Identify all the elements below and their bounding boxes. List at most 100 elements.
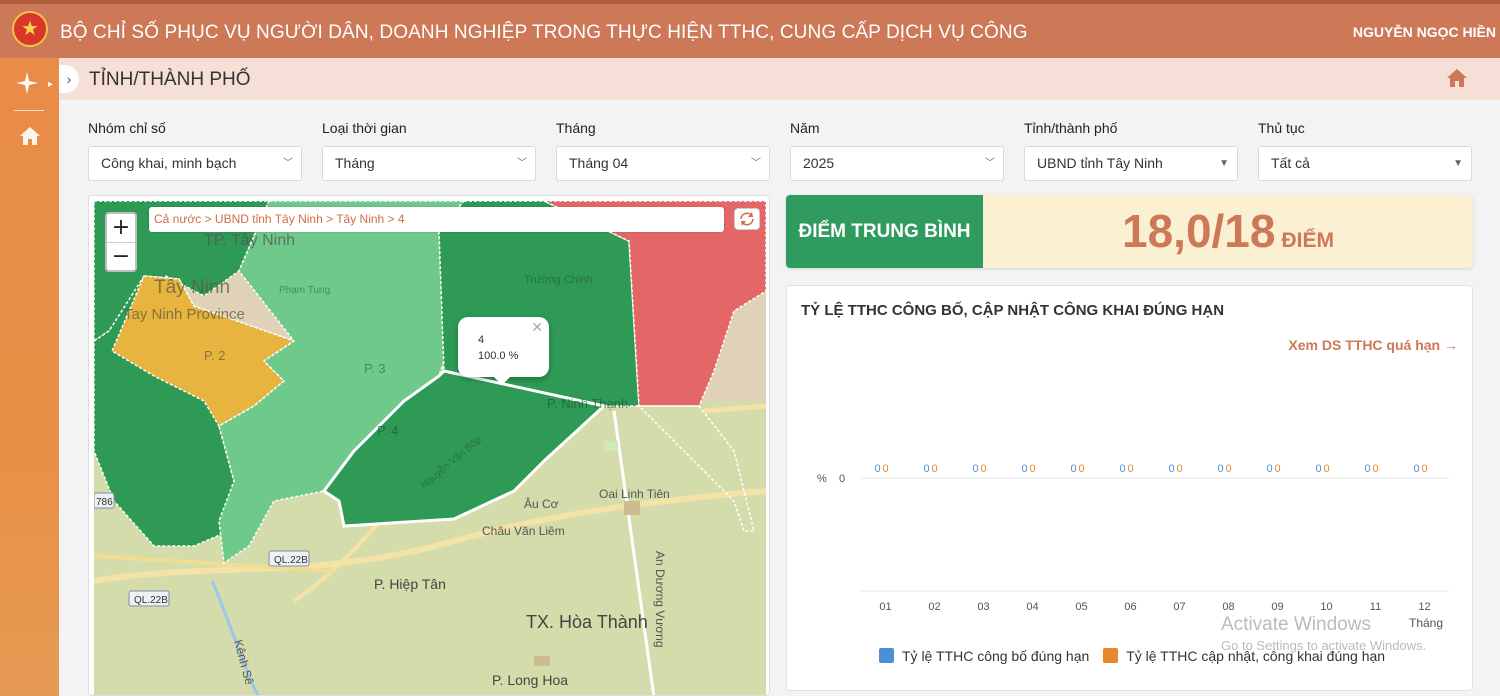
chart-legend: Tỷ lệ TTHC công bố đúng hạn Tỷ lệ TTHC c… (879, 648, 1385, 664)
filter-label: Loại thời gian (322, 120, 407, 136)
filter-label: Thủ tục (1258, 120, 1305, 136)
map-label: P. 4 (377, 423, 398, 438)
procedure-select[interactable]: Tất cả ▼ (1258, 146, 1472, 181)
compass-icon (16, 72, 38, 94)
map-label: Oai Linh Tiên (599, 487, 670, 501)
score-value: 18,0/18 (1122, 205, 1276, 257)
select-value: 2025 (803, 155, 835, 171)
data-label: 0 (1225, 463, 1231, 475)
refresh-icon (740, 212, 754, 226)
chevron-down-icon: ﹀ (751, 158, 761, 169)
filter-label: Tháng (556, 120, 596, 136)
page-subheader: › TỈNH/THÀNH PHỐ (59, 58, 1500, 100)
home-icon[interactable] (1446, 68, 1468, 88)
select-value: Công khai, minh bạch (101, 155, 237, 171)
data-label: 0 (1119, 463, 1125, 475)
filter-province: Tỉnh/thành phố UBND tỉnh Tây Ninh ▼ (1024, 120, 1238, 181)
select-value: Tất cả (1271, 155, 1310, 171)
data-label: 0 (1168, 463, 1174, 475)
rail-divider (14, 110, 44, 111)
sidebar-toggle-button[interactable]: › (59, 65, 79, 93)
data-label: 0 (1070, 463, 1076, 475)
choropleth-map[interactable]: TP. Tây Ninh Tây Ninh Tay Ninh Province … (94, 201, 766, 696)
app-title: BỘ CHỈ SỐ PHỤC VỤ NGƯỜI DÂN, DOANH NGHIỆ… (60, 22, 1028, 43)
map-label: Âu Cơ (524, 496, 559, 511)
home-shape (20, 127, 40, 145)
data-label: 0 (1217, 463, 1223, 475)
data-label: 0 (1315, 463, 1321, 475)
province-select[interactable]: UBND tỉnh Tây Ninh ▼ (1024, 146, 1238, 181)
data-label: 0 (1266, 463, 1272, 475)
caret-down-icon: ▼ (1219, 158, 1229, 169)
user-name[interactable]: NGUYỄN NGỌC HIỀN (1353, 24, 1496, 40)
refresh-button[interactable] (734, 208, 760, 230)
map-label: TX. Hòa Thành (526, 612, 648, 632)
data-label: 0 (1274, 463, 1280, 475)
x-tick-label: 05 (1075, 601, 1087, 613)
select-value: UBND tỉnh Tây Ninh (1037, 155, 1163, 171)
road-badge-label: QL.22B (134, 595, 168, 606)
legend-label: Tỷ lệ TTHC công bố đúng hạn (902, 648, 1090, 664)
chevron-down-icon: ﹀ (283, 158, 293, 169)
x-tick-label: 08 (1222, 601, 1234, 613)
select-value: Tháng 04 (569, 155, 629, 171)
x-tick-label: 11 (1370, 601, 1381, 613)
time-type-select[interactable]: Tháng ﹀ (322, 146, 536, 181)
close-icon[interactable]: ✕ (531, 319, 543, 335)
year-select[interactable]: 2025 ﹀ (790, 146, 1004, 181)
home-icon[interactable] (19, 126, 41, 146)
legend-item[interactable]: Tỷ lệ TTHC cập nhật, công khai đúng hạn (1103, 648, 1385, 664)
data-label: 0 (1372, 463, 1378, 475)
filter-label: Tỉnh/thành phố (1024, 120, 1118, 136)
legend-swatch (1103, 648, 1119, 663)
data-label: 0 (1413, 463, 1419, 475)
month-select[interactable]: Tháng 04 ﹀ (556, 146, 770, 181)
menu-compass-icon[interactable]: ▸ (14, 70, 53, 96)
filter-time-type: Loại thời gian Tháng ﹀ (322, 120, 536, 181)
score-value-box: 18,0/18 ĐIỂM (983, 195, 1473, 268)
map-breadcrumb[interactable]: Cả nước > UBND tỉnh Tây Ninh > Tây Ninh … (149, 207, 724, 232)
page-title: TỈNH/THÀNH PHỐ (89, 69, 251, 90)
filter-indicator-group: Nhóm chỉ số Công khai, minh bạch ﹀ (88, 120, 302, 181)
zoom-in-button[interactable]: + (107, 214, 135, 242)
data-label: 0 (882, 463, 888, 475)
watermark-title: Activate Windows (1221, 614, 1371, 635)
y-tick-label: 0 (839, 473, 845, 485)
map-block (534, 656, 550, 666)
x-tick-label: 10 (1320, 601, 1332, 613)
map-label: Trường Chinh (524, 274, 593, 286)
map-popup: ✕ 4 100.0 % (458, 317, 549, 385)
data-label: 0 (874, 463, 880, 475)
left-rail: ▸ (0, 58, 59, 696)
filter-label: Năm (790, 120, 820, 136)
data-label: 0 (1421, 463, 1427, 475)
top-header: ★ BỘ CHỈ SỐ PHỤC VỤ NGƯỜI DÂN, DOANH NGH… (0, 0, 1500, 58)
legend-item[interactable]: Tỷ lệ TTHC công bố đúng hạn (879, 648, 1089, 664)
map-block (604, 441, 618, 451)
x-tick-label: 03 (977, 601, 989, 613)
average-score-card: ĐIỂM TRUNG BÌNH 18,0/18 ĐIỂM (786, 195, 1473, 268)
data-label: 0 (1029, 463, 1035, 475)
score-unit: ĐIỂM (1281, 229, 1334, 252)
zoom-out-button[interactable]: − (107, 242, 135, 270)
map-label: P. Ninh Thạnh (547, 396, 628, 411)
data-label: 0 (931, 463, 937, 475)
data-label: 0 (972, 463, 978, 475)
x-tick-label: 09 (1271, 601, 1283, 613)
filter-month: Tháng Tháng 04 ﹀ (556, 120, 770, 181)
data-label: 0 (980, 463, 986, 475)
score-label: ĐIỂM TRUNG BÌNH (786, 195, 983, 268)
map-label: Phạm Tung (279, 285, 330, 296)
chevron-right-icon: ▸ (48, 79, 54, 90)
y-axis-label: % (817, 473, 827, 485)
data-label: 0 (1127, 463, 1133, 475)
data-label: 0 (1176, 463, 1182, 475)
x-tick-label: 12 (1418, 601, 1430, 613)
popup-region-value: 100.0 % (478, 350, 519, 362)
legend-label: Tỷ lệ TTHC cập nhật, công khai đúng hạn (1126, 648, 1386, 664)
x-tick-label: 02 (928, 601, 940, 613)
data-label: 0 (1364, 463, 1370, 475)
chevron-down-icon: ﹀ (985, 158, 995, 169)
map-label: An Dương Vương (653, 551, 667, 648)
indicator-group-select[interactable]: Công khai, minh bạch ﹀ (88, 146, 302, 181)
